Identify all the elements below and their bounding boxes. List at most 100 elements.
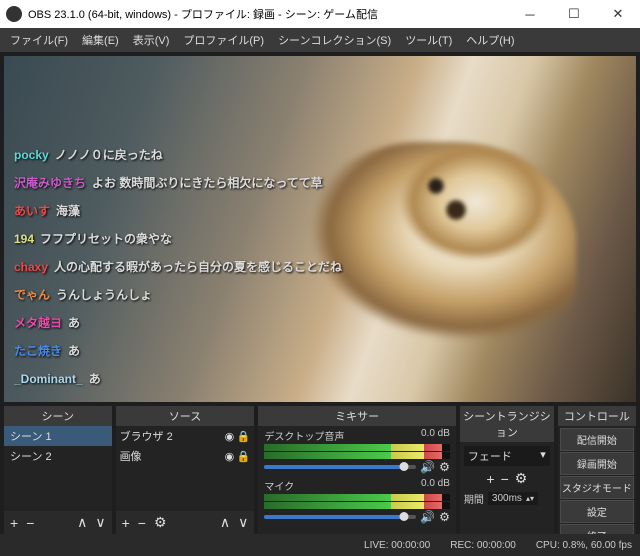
mixer-panel: ミキサー デスクトップ音声 0.0 dB 🔊 ⚙ マイク 0.0 dB 🔊 ⚙: [258, 406, 456, 534]
source-item[interactable]: ブラウザ 2◉🔒: [116, 426, 255, 446]
source-settings-button[interactable]: ⚙: [154, 514, 167, 531]
sources-list[interactable]: ブラウザ 2◉🔒画像◉🔒: [116, 426, 255, 511]
duration-input[interactable]: 300ms ▴▾: [488, 492, 538, 505]
visibility-icon[interactable]: ◉: [222, 430, 236, 443]
remove-transition-button[interactable]: −: [501, 471, 509, 487]
chat-line: chaxy人の心配する暇があったら自分の夏を感じることだね: [14, 258, 342, 275]
menu-item[interactable]: ファイル(F): [4, 30, 74, 50]
source-item[interactable]: 画像◉🔒: [116, 446, 255, 466]
mixer-header: ミキサー: [258, 406, 456, 426]
chat-user: メタ越ヨ: [14, 316, 62, 330]
status-live: LIVE: 00:00:00: [364, 540, 430, 551]
status-cpu: CPU: 0.8%, 60.00 fps: [536, 540, 632, 551]
mixer-settings-icon[interactable]: ⚙: [439, 460, 450, 474]
add-source-button[interactable]: +: [122, 515, 130, 531]
controls-body: 配信開始録画開始スタジオモード設定終了: [558, 426, 636, 534]
app-icon: [6, 6, 22, 22]
mixer-settings-icon[interactable]: ⚙: [439, 510, 450, 524]
scene-item[interactable]: シーン 1: [4, 426, 112, 446]
chat-user: あいす: [14, 204, 50, 218]
chat-user: 沢庵みゆきち: [14, 176, 86, 190]
controls-panel: コントロール 配信開始録画開始スタジオモード設定終了: [558, 406, 636, 534]
menu-item[interactable]: 表示(V): [127, 30, 176, 50]
mixer-name: マイク: [264, 478, 294, 493]
control-button[interactable]: 終了: [560, 524, 634, 534]
transition-selected: フェード: [468, 448, 512, 464]
remove-scene-button[interactable]: −: [26, 515, 34, 531]
menu-item[interactable]: ツール(T): [399, 30, 458, 50]
chat-line: でゃんうんしょうんしょ: [14, 286, 342, 303]
mixer-db: 0.0 dB: [421, 428, 450, 443]
transition-toolbar: + − ⚙: [464, 470, 550, 487]
control-button[interactable]: スタジオモード: [560, 476, 634, 499]
volume-slider[interactable]: [264, 515, 416, 519]
source-down-button[interactable]: ∨: [238, 514, 248, 531]
chat-message: ノノノ０に戻ったね: [55, 148, 163, 162]
scenes-panel: シーン シーン 1シーン 2 + − ∧ ∨: [4, 406, 112, 534]
close-button[interactable]: ✕: [596, 0, 640, 28]
mixer-item: デスクトップ音声 0.0 dB 🔊 ⚙: [258, 426, 456, 476]
chat-line: 194 フフプリセットの衆やな: [14, 230, 342, 247]
status-rec: REC: 00:00:00: [450, 540, 516, 551]
add-scene-button[interactable]: +: [10, 515, 18, 531]
titlebar: OBS 23.1.0 (64-bit, windows) - プロファイル: 録…: [0, 0, 640, 28]
chat-message: あ: [68, 316, 80, 330]
source-up-button[interactable]: ∧: [220, 514, 230, 531]
scene-item[interactable]: シーン 2: [4, 446, 112, 466]
scene-down-button[interactable]: ∨: [95, 514, 105, 531]
menu-item[interactable]: 編集(E): [76, 30, 125, 50]
chat-message: フフプリセットの衆やな: [40, 232, 172, 246]
menu-item[interactable]: ヘルプ(H): [460, 30, 520, 50]
remove-source-button[interactable]: −: [138, 515, 146, 531]
chat-message: うんしょうんしょ: [56, 288, 152, 302]
audio-meter: [264, 494, 450, 501]
speaker-icon[interactable]: 🔊: [420, 510, 435, 524]
chat-line: たこ焼きあ: [14, 342, 342, 359]
add-transition-button[interactable]: +: [486, 471, 494, 487]
mixer-name: デスクトップ音声: [264, 428, 344, 443]
chevron-down-icon: ▾: [540, 448, 546, 464]
menubar: ファイル(F)編集(E)表示(V)プロファイル(P)シーンコレクション(S)ツー…: [0, 28, 640, 52]
chat-line: _Dominant_ あ: [14, 370, 342, 387]
control-button[interactable]: 録画開始: [560, 452, 634, 475]
controls-header: コントロール: [558, 406, 636, 426]
sources-header: ソース: [116, 406, 255, 426]
chat-user: でゃん: [14, 288, 50, 302]
control-button[interactable]: 配信開始: [560, 428, 634, 451]
chat-message: 人の心配する暇があったら自分の夏を感じることだね: [54, 260, 342, 274]
visibility-icon[interactable]: ◉: [222, 450, 236, 463]
menu-item[interactable]: シーンコレクション(S): [272, 30, 397, 50]
transition-select[interactable]: フェード ▾: [464, 446, 550, 466]
menu-item[interactable]: プロファイル(P): [177, 30, 270, 50]
duration-stepper-icon[interactable]: ▴▾: [526, 494, 534, 503]
chat-user: _Dominant_: [14, 372, 83, 386]
audio-meter: [264, 444, 450, 451]
source-name: 画像: [120, 448, 223, 464]
minimize-button[interactable]: ─: [508, 0, 552, 28]
speaker-icon[interactable]: 🔊: [420, 460, 435, 474]
transition-settings-button[interactable]: ⚙: [515, 470, 528, 487]
transitions-body: フェード ▾ + − ⚙ 期間 300ms ▴▾: [460, 442, 554, 534]
audio-meter: [264, 452, 450, 459]
chat-user: 194: [14, 232, 34, 246]
chat-message: よお 数時間ぶりにきたら相欠になってて草: [92, 176, 323, 190]
duration-label: 期間: [464, 491, 484, 506]
maximize-button[interactable]: ☐: [552, 0, 596, 28]
lock-icon[interactable]: 🔒: [236, 430, 250, 443]
chat-user: たこ焼き: [14, 344, 62, 358]
preview-area[interactable]: pocky ノノノ０に戻ったね沢庵みゆきちよお 数時間ぶりにきたら相欠になってて草…: [4, 56, 636, 402]
scene-up-button[interactable]: ∧: [77, 514, 87, 531]
lock-icon[interactable]: 🔒: [236, 450, 250, 463]
source-name: ブラウザ 2: [120, 428, 223, 444]
chat-message: 海藻: [56, 204, 80, 218]
chat-message: あ: [89, 372, 101, 386]
scenes-header: シーン: [4, 406, 112, 426]
mixer-body: デスクトップ音声 0.0 dB 🔊 ⚙ マイク 0.0 dB 🔊 ⚙: [258, 426, 456, 534]
scenes-list[interactable]: シーン 1シーン 2: [4, 426, 112, 511]
panels-row: シーン シーン 1シーン 2 + − ∧ ∨ ソース ブラウザ 2◉🔒画像◉🔒 …: [4, 406, 636, 534]
volume-slider[interactable]: [264, 465, 416, 469]
chat-message: あ: [68, 344, 80, 358]
chat-user: pocky: [14, 148, 49, 162]
control-button[interactable]: 設定: [560, 500, 634, 523]
audio-meter: [264, 502, 450, 509]
